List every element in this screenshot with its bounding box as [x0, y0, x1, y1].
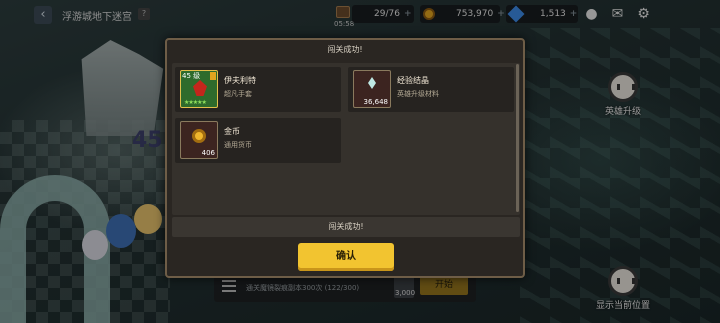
reward-quantity: 36,648 [363, 98, 389, 106]
dialog-title: 闯关成功! [327, 45, 363, 54]
coin-icon [192, 129, 206, 143]
reward-scrollbar[interactable] [516, 64, 519, 212]
hero-level: 45 级 [182, 72, 201, 80]
reward-name: 伊夫利特 [224, 76, 256, 85]
gold-coin-icon: 406 [180, 121, 218, 159]
exp-crystal-icon: 36,648 [353, 70, 391, 108]
bookmark-icon [210, 72, 216, 80]
reward-desc: 超凡手套 [224, 90, 252, 98]
stage-clear-dialog: 闯关成功! 45 级 ★★★★★ 伊夫利特 超凡手套 36,648 经验结晶 英… [165, 38, 525, 278]
reward-item[interactable]: 36,648 经验结晶 英雄升级材料 [348, 67, 514, 112]
ifrit-emblem-icon [193, 80, 207, 96]
reward-item[interactable]: 45 级 ★★★★★ 伊夫利特 超凡手套 [175, 67, 341, 112]
crystal-icon [368, 77, 376, 89]
reward-quantity: 406 [201, 149, 215, 157]
reward-name: 金币 [224, 127, 240, 136]
reward-item[interactable]: 406 金币 通用货币 [175, 118, 341, 163]
hero-portrait-icon: 45 级 ★★★★★ [180, 70, 218, 108]
reward-list: 45 级 ★★★★★ 伊夫利特 超凡手套 36,648 经验结晶 英雄升级材料 … [172, 63, 520, 215]
result-message: 闯关成功! [172, 217, 520, 237]
reward-desc: 英雄升级材料 [397, 90, 439, 98]
star-rating: ★★★★★ [184, 99, 207, 106]
reward-desc: 通用货币 [224, 141, 252, 149]
reward-name: 经验结晶 [397, 76, 429, 85]
confirm-button[interactable]: 确认 [298, 243, 394, 271]
